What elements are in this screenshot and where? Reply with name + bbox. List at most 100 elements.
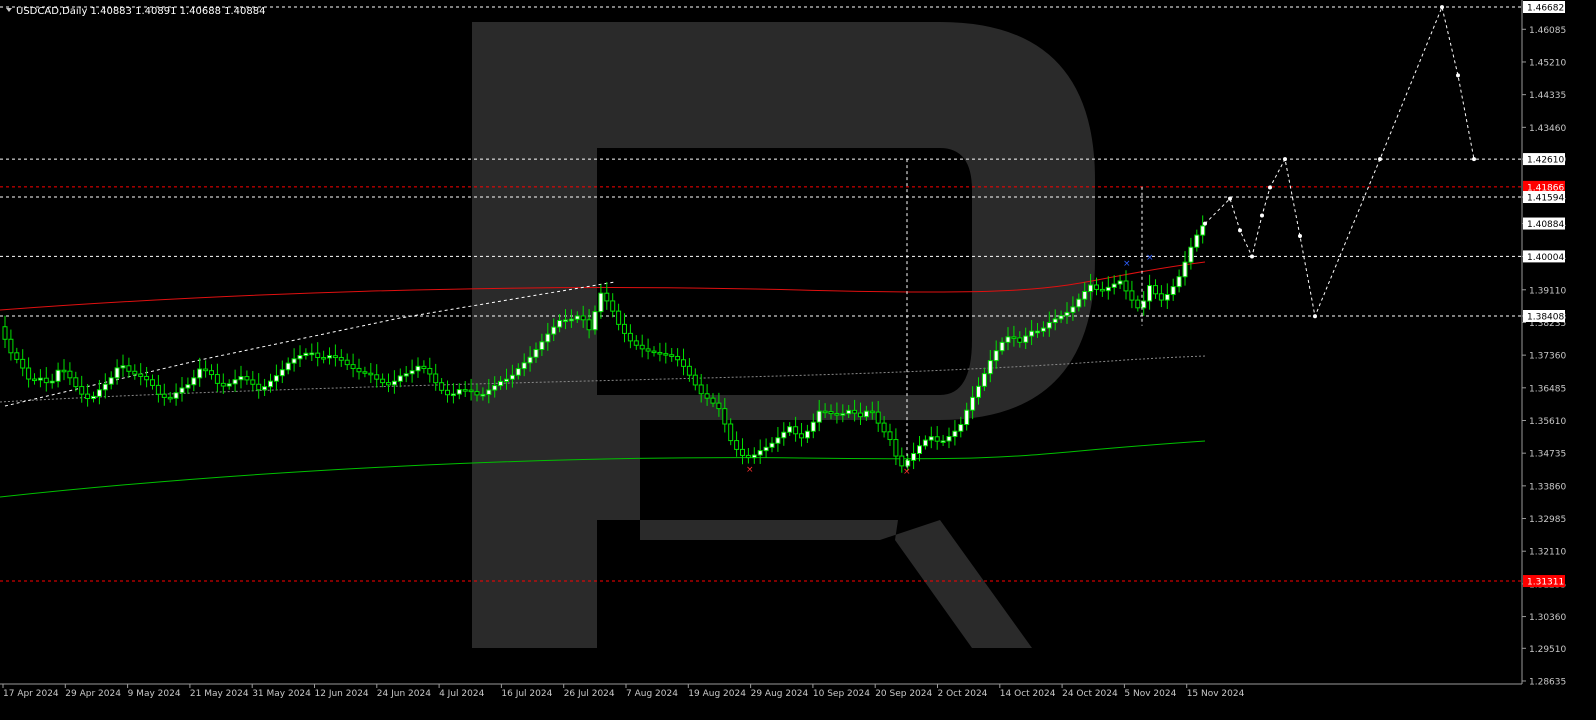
candle-body[interactable]	[1082, 290, 1088, 300]
candle-body[interactable]	[681, 359, 686, 367]
candle-body[interactable]	[179, 387, 185, 394]
candle-body[interactable]	[515, 368, 521, 376]
candle-body[interactable]	[504, 378, 509, 382]
candle-body[interactable]	[96, 389, 102, 397]
candle-body[interactable]	[574, 315, 580, 320]
candle-body[interactable]	[1105, 286, 1111, 292]
candle-body[interactable]	[498, 380, 504, 387]
candle-body[interactable]	[993, 350, 999, 362]
candle-body[interactable]	[1153, 285, 1158, 295]
candle-body[interactable]	[362, 371, 368, 374]
candle-body[interactable]	[20, 358, 26, 369]
candle-body[interactable]	[657, 352, 663, 355]
candle-body[interactable]	[745, 454, 751, 459]
price-chart[interactable]: × × × × 1.46085 1.45210 1.44335 1.43460 1.42610…	[0, 0, 1596, 716]
candle-body[interactable]	[1170, 286, 1176, 296]
candle-body[interactable]	[970, 396, 976, 411]
candle-body[interactable]	[834, 413, 840, 416]
candle-body[interactable]	[1029, 330, 1035, 337]
candle-body[interactable]	[55, 369, 61, 382]
candle-body[interactable]	[639, 344, 645, 350]
candle-body[interactable]	[1200, 225, 1206, 236]
candle-body[interactable]	[468, 389, 474, 393]
candle-body[interactable]	[85, 393, 91, 400]
candle-body[interactable]	[869, 410, 875, 414]
candle-body[interactable]	[740, 448, 745, 456]
candle-body[interactable]	[675, 355, 681, 361]
candle-body[interactable]	[799, 433, 804, 439]
candle-body[interactable]	[1194, 234, 1200, 248]
candle-body[interactable]	[928, 436, 934, 441]
candle-body[interactable]	[663, 353, 669, 356]
candle-body[interactable]	[303, 352, 309, 357]
candle-body[interactable]	[698, 384, 704, 395]
candle-body[interactable]	[722, 408, 728, 425]
candle-body[interactable]	[102, 383, 108, 391]
candle-body[interactable]	[580, 315, 586, 321]
candle-body[interactable]	[2, 326, 8, 340]
candle-body[interactable]	[73, 377, 79, 388]
candle-body[interactable]	[1046, 322, 1052, 329]
candle-body[interactable]	[256, 383, 262, 391]
candle-body[interactable]	[79, 386, 85, 395]
candle-body[interactable]	[150, 379, 155, 386]
candle-body[interactable]	[126, 365, 132, 372]
candle-body[interactable]	[551, 326, 557, 335]
candle-body[interactable]	[669, 354, 675, 357]
candle-body[interactable]	[197, 368, 203, 379]
candle-body[interactable]	[946, 436, 952, 442]
candle-body[interactable]	[751, 454, 757, 459]
candle-body[interactable]	[492, 385, 498, 391]
candle-body[interactable]	[273, 375, 279, 382]
candle-body[interactable]	[155, 384, 161, 395]
candle-body[interactable]	[144, 375, 150, 381]
candle-body[interactable]	[893, 439, 899, 457]
candle-body[interactable]	[315, 352, 321, 359]
candle-body[interactable]	[539, 341, 545, 351]
candle-body[interactable]	[1035, 330, 1040, 334]
candle-body[interactable]	[421, 365, 427, 369]
candle-body[interactable]	[1052, 318, 1058, 324]
candle-body[interactable]	[1070, 306, 1076, 313]
candle-body[interactable]	[138, 373, 144, 377]
candle-body[interactable]	[214, 374, 220, 384]
candle-body[interactable]	[32, 378, 37, 382]
candle-body[interactable]	[291, 358, 297, 364]
candle-body[interactable]	[586, 319, 592, 331]
candle-body[interactable]	[445, 389, 450, 396]
candle-body[interactable]	[297, 355, 303, 360]
candle-body[interactable]	[397, 375, 403, 382]
candle-body[interactable]	[958, 424, 964, 432]
candle-body[interactable]	[1011, 336, 1017, 339]
candle-body[interactable]	[1129, 290, 1135, 301]
candle-body[interactable]	[1188, 246, 1194, 263]
candle-body[interactable]	[757, 450, 763, 456]
candle-body[interactable]	[1117, 280, 1123, 285]
candle-body[interactable]	[899, 455, 905, 467]
candle-body[interactable]	[415, 365, 421, 372]
candle-body[interactable]	[952, 430, 958, 438]
candle-body[interactable]	[450, 393, 456, 397]
candle-body[interactable]	[14, 352, 20, 360]
candle-body[interactable]	[173, 392, 179, 399]
candle-body[interactable]	[1017, 337, 1023, 343]
candle-body[interactable]	[279, 369, 285, 377]
candle-body[interactable]	[403, 373, 409, 377]
candle-body[interactable]	[250, 379, 256, 385]
candle-body[interactable]	[226, 383, 232, 387]
candle-body[interactable]	[763, 446, 769, 452]
candle-body[interactable]	[863, 410, 869, 418]
candle-body[interactable]	[1058, 315, 1064, 320]
candle-body[interactable]	[793, 426, 799, 435]
candle-body[interactable]	[610, 300, 616, 312]
candle-body[interactable]	[1158, 293, 1164, 301]
candle-body[interactable]	[1099, 288, 1105, 292]
candle-body[interactable]	[875, 411, 881, 424]
candle-body[interactable]	[356, 367, 362, 373]
candle-body[interactable]	[43, 377, 49, 384]
candle-body[interactable]	[1147, 285, 1153, 302]
candle-body[interactable]	[981, 373, 987, 387]
candle-body[interactable]	[999, 341, 1005, 352]
candle-body[interactable]	[987, 360, 993, 375]
candle-body[interactable]	[887, 431, 893, 441]
